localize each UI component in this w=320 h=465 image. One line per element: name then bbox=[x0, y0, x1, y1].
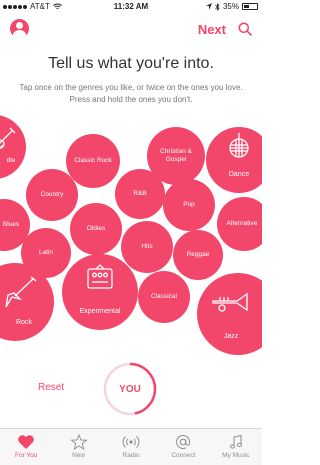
battery-icon bbox=[242, 3, 258, 10]
genre-bubble-reggae[interactable]: Reggae bbox=[173, 230, 223, 280]
genre-label: Classical bbox=[150, 293, 177, 300]
genre-bubble-hits[interactable]: Hits bbox=[121, 221, 173, 273]
genre-bubble-indie[interactable]: dle bbox=[0, 115, 26, 179]
genre-label: Jazz bbox=[223, 333, 239, 340]
tab-label: My Music bbox=[222, 452, 250, 459]
genre-bubble-classical[interactable]: Classical bbox=[138, 271, 190, 323]
radio-icon bbox=[122, 436, 140, 448]
genre-label: Alternative bbox=[226, 220, 258, 227]
tab-connect[interactable]: Connect bbox=[157, 429, 209, 465]
genre-label: R&B bbox=[133, 190, 147, 197]
genre-bubble-cloud: dle Classic Rock Christian & Gospel Danc… bbox=[0, 113, 262, 358]
genre-label: Christian & Gospel bbox=[160, 148, 192, 163]
genre-bubble-pop[interactable]: Pop bbox=[163, 179, 215, 231]
genre-bubble-dance[interactable]: Dance bbox=[206, 127, 262, 193]
star-icon bbox=[69, 434, 88, 450]
search-icon[interactable] bbox=[238, 22, 252, 36]
tab-label: New bbox=[72, 452, 86, 459]
tab-new[interactable]: New bbox=[52, 429, 104, 465]
nav-bar: Next bbox=[0, 14, 262, 44]
tab-label: For You bbox=[14, 452, 38, 459]
page-title: Tell us what you're into. bbox=[48, 55, 214, 72]
you-button[interactable]: YOU bbox=[103, 362, 157, 416]
genre-bubble-country[interactable]: Country bbox=[26, 169, 78, 221]
genre-label: Classic Rock bbox=[74, 157, 112, 164]
tab-label: Radio bbox=[122, 452, 140, 459]
genre-label: Dance bbox=[228, 171, 250, 178]
status-bar: AT&T 11:32 AM 35% bbox=[0, 0, 262, 13]
tab-my-music[interactable]: My Music bbox=[210, 429, 262, 465]
tab-for-you[interactable]: For You bbox=[0, 429, 52, 465]
genre-bubble-oldies[interactable]: Oldies bbox=[70, 203, 122, 255]
genre-label: Reggae bbox=[186, 251, 210, 258]
amplifier-icon bbox=[87, 264, 113, 289]
tab-label: Connect bbox=[171, 452, 196, 459]
reset-button[interactable]: Reset bbox=[38, 382, 64, 393]
status-right: 35% bbox=[205, 2, 258, 11]
genre-label: Oldies bbox=[86, 225, 106, 232]
at-icon bbox=[176, 435, 191, 449]
genre-bubble-classic-rock[interactable]: Classic Rock bbox=[66, 134, 120, 188]
genre-bubble-jazz[interactable]: Jazz bbox=[197, 273, 262, 355]
trumpet-icon bbox=[212, 292, 248, 312]
electric-guitar-icon bbox=[5, 276, 37, 308]
heart-icon bbox=[18, 435, 35, 449]
genre-label: Pop bbox=[183, 201, 195, 208]
bluetooth-icon bbox=[215, 2, 220, 11]
music-note-icon bbox=[229, 434, 242, 449]
location-icon bbox=[205, 3, 212, 10]
genre-bubble-rnb[interactable]: R&B bbox=[115, 169, 165, 219]
instructions-text: Tap once on the genres you like, or twic… bbox=[19, 83, 243, 104]
profile-avatar-icon[interactable] bbox=[10, 19, 29, 38]
genre-label: Experimental bbox=[79, 308, 121, 315]
genre-label: dle bbox=[6, 157, 16, 164]
genre-label: Hits bbox=[141, 243, 153, 250]
genre-bubble-alternative[interactable]: Alternative bbox=[217, 197, 262, 251]
guitar-icon bbox=[0, 127, 16, 149]
genre-label: Latin bbox=[38, 249, 54, 256]
genre-label: Rock bbox=[16, 319, 32, 326]
tab-bar: For You New Radio Connect My Music bbox=[0, 428, 262, 465]
disco-ball-icon bbox=[229, 133, 249, 158]
tab-radio[interactable]: Radio bbox=[105, 429, 157, 465]
battery-percent: 35% bbox=[222, 2, 239, 11]
genre-label: Country bbox=[40, 191, 64, 198]
genre-bubble-experimental[interactable]: Experimental bbox=[62, 254, 138, 330]
genre-label: Blues bbox=[2, 221, 20, 228]
next-button[interactable]: Next bbox=[198, 22, 226, 37]
